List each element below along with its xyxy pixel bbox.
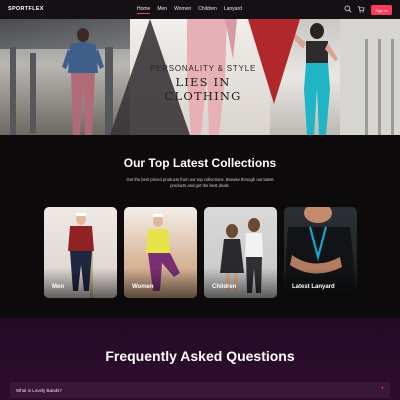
top-navbar: SPORTFLEX Home Men Women Children Lanyar… [0,0,400,19]
page: SPORTFLEX Home Men Women Children Lanyar… [0,0,400,400]
search-icon[interactable] [344,5,352,13]
cart-icon[interactable] [357,5,365,13]
hero-tagline: PERSONALITY & STYLE [149,64,257,73]
expand-icon[interactable]: + [380,386,384,392]
collections-description: Get the best priced products from our to… [126,177,274,188]
main-menu: Home Men Women Children Lanyard [137,6,249,14]
faq-section: Frequently Asked Questions What is Lovel… [0,318,400,400]
collection-card-label: Men [52,284,64,290]
collection-card-children[interactable]: Children [204,207,277,298]
collection-card-women[interactable]: Women [124,207,197,298]
hero-banner: PERSONALITY & STYLE LIES IN CLOTHING [0,19,400,135]
faq-title: Frequently Asked Questions [105,348,295,364]
sign-in-button[interactable]: Sign In [371,5,392,15]
collection-card-latest-lanyard[interactable]: Latest Lanyard [284,207,357,298]
collection-card-men[interactable]: Men [44,207,117,298]
collections-section: Our Top Latest Collections Get the best … [0,135,400,318]
hero-headline: LIES IN CLOTHING [164,75,242,103]
collections-title: Our Top Latest Collections [123,156,277,170]
nav-item-lanyard[interactable]: Lanyard [224,6,242,14]
nav-item-women[interactable]: Women [174,6,191,14]
nav-item-children[interactable]: Children [198,6,217,14]
nav-item-men[interactable]: Men [157,6,167,14]
faq-item[interactable]: What is Lovely Bands? + [10,382,390,398]
hero-text: PERSONALITY & STYLE LIES IN CLOTHING [143,64,263,103]
collection-card-label: Women [132,284,154,290]
faq-question: What is Lovely Bands? [16,388,62,393]
collection-card-label: Children [212,284,237,290]
nav-item-home[interactable]: Home [137,6,151,14]
brand-logo[interactable]: SPORTFLEX [8,6,44,12]
collection-card-label: Latest Lanyard [292,284,335,290]
